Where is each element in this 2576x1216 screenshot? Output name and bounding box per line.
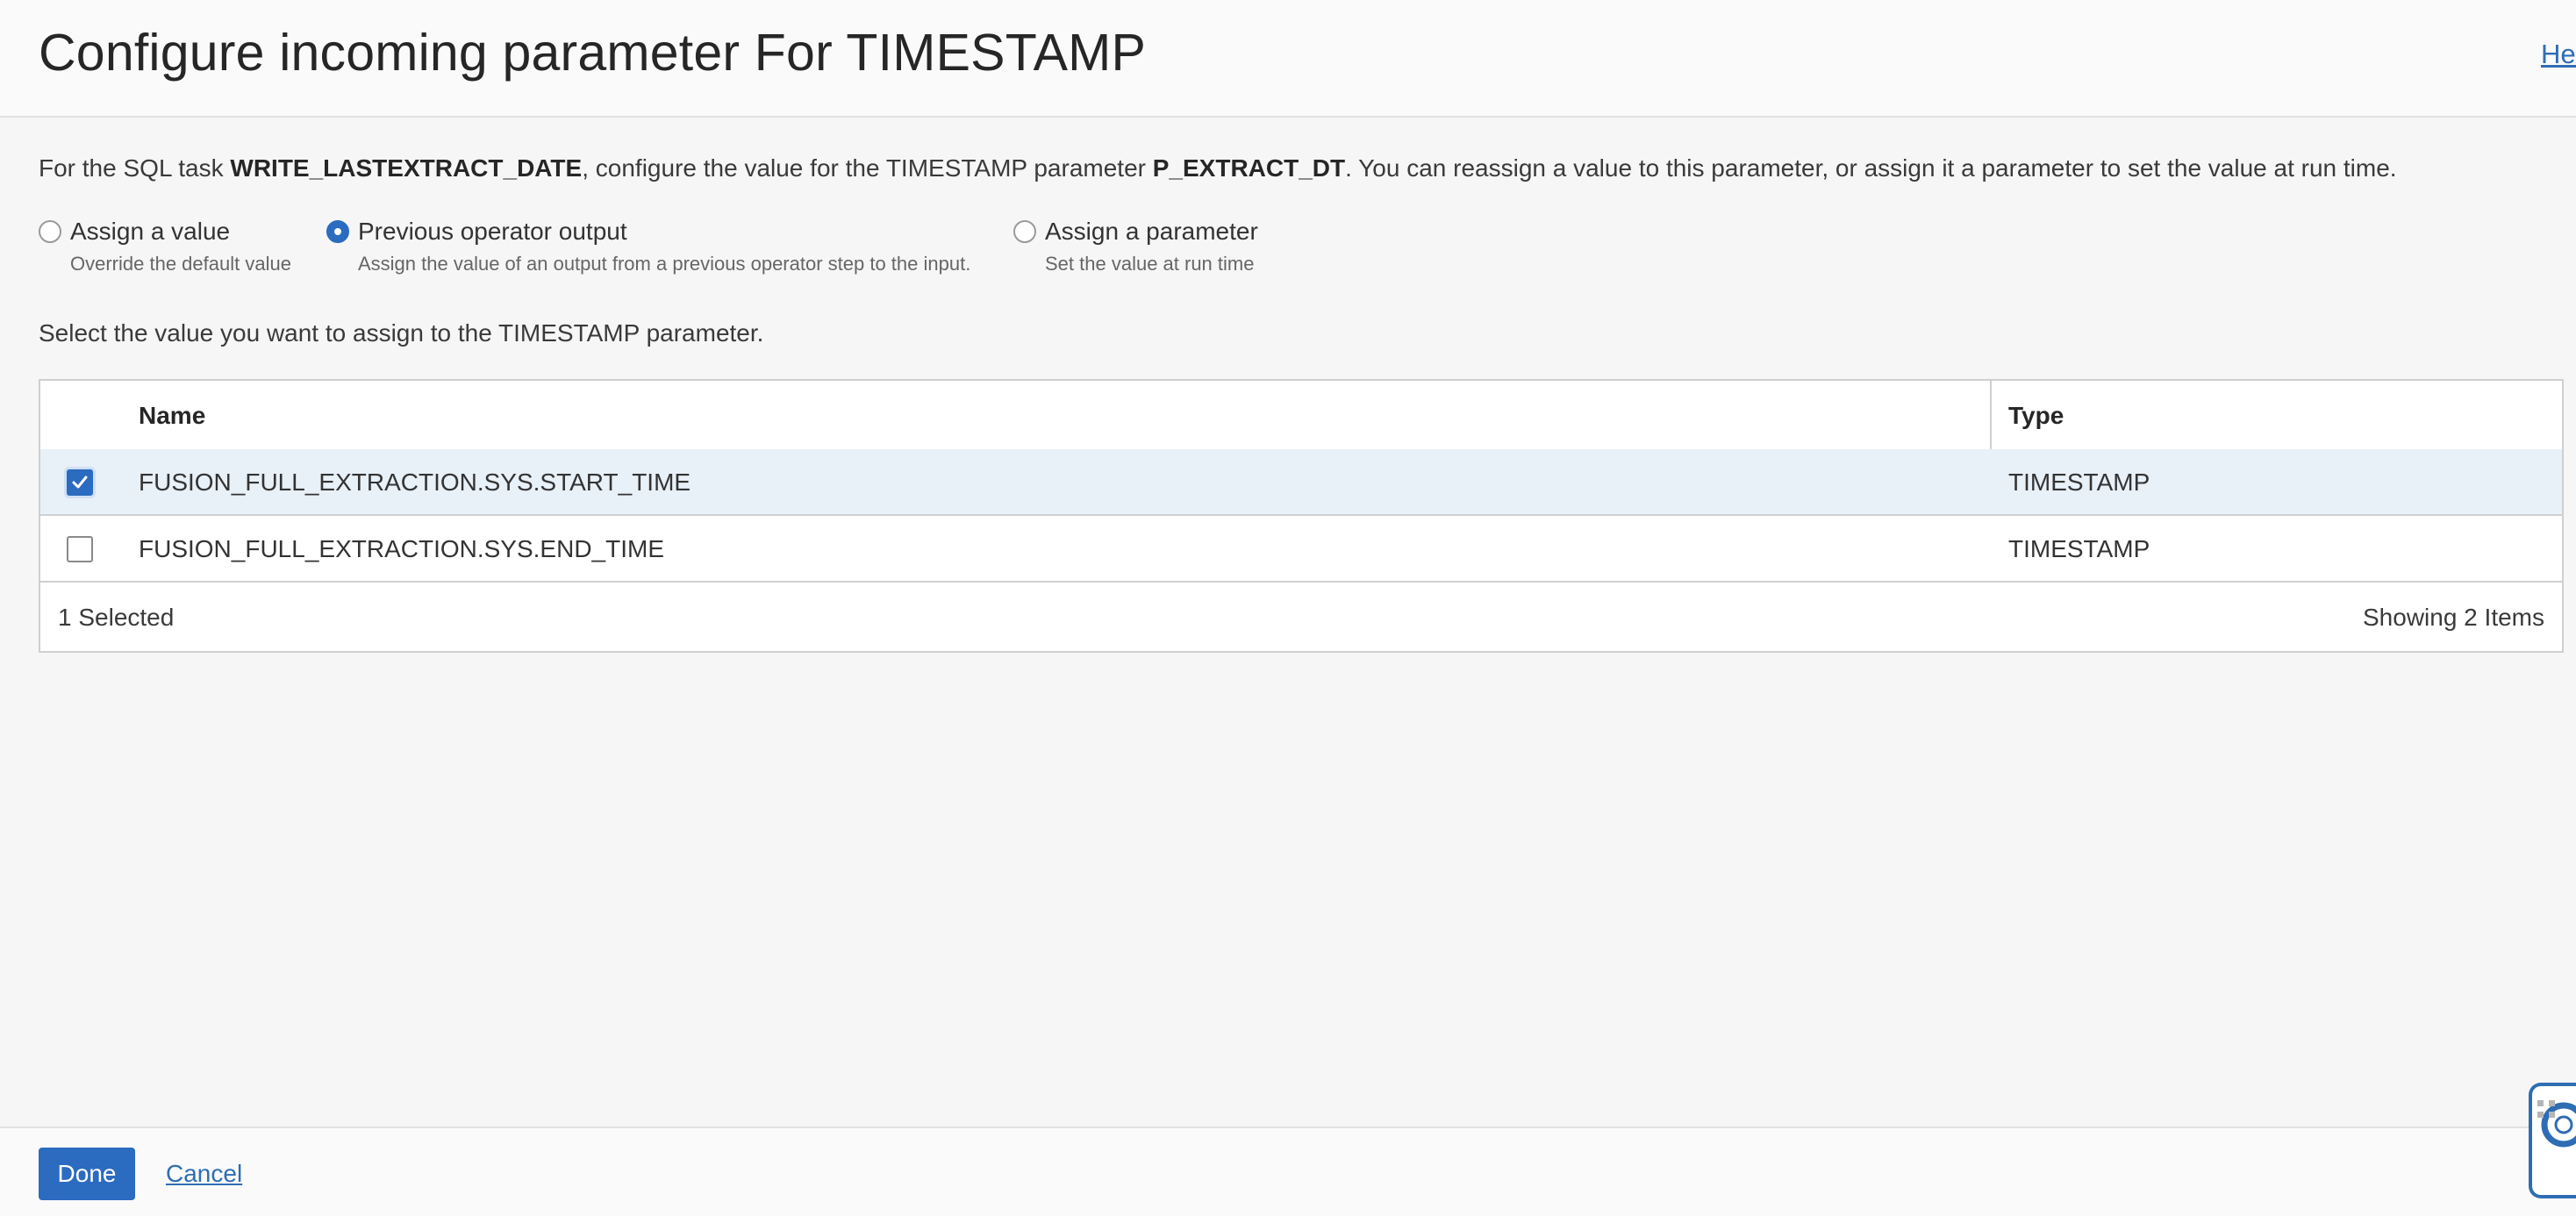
column-header-type[interactable]: Type [2008, 402, 2064, 430]
radio-button[interactable] [39, 220, 61, 243]
radio-description: Set the value at run time [1045, 253, 1255, 275]
check-icon [72, 476, 88, 489]
output-table: Name Type FUSION_FULL_EXTRACTION.SYS.STA… [39, 379, 2564, 653]
radio-button[interactable] [1013, 220, 1036, 243]
table-row[interactable]: FUSION_FULL_EXTRACTION.SYS.END_TIME TIME… [40, 516, 2562, 583]
intro-middle: , configure the value for the TIMESTAMP … [582, 154, 1153, 182]
radio-label: Previous operator output [358, 218, 627, 245]
task-name: WRITE_LASTEXTRACT_DATE [230, 154, 583, 182]
column-header-name[interactable]: Name [139, 402, 205, 430]
row-type: TIMESTAMP [2008, 535, 2150, 562]
cancel-button[interactable]: Cancel [166, 1160, 242, 1188]
done-button[interactable]: Done [39, 1148, 135, 1200]
item-count: Showing 2 Items [2363, 604, 2544, 631]
row-type: TIMESTAMP [2008, 469, 2150, 496]
row-checkbox[interactable] [67, 536, 93, 562]
row-name: FUSION_FULL_EXTRACTION.SYS.START_TIME [139, 469, 691, 496]
intro-text: For the SQL task WRITE_LASTEXTRACT_DATE,… [39, 154, 2397, 182]
intro-suffix: . You can reassign a value to this param… [1345, 154, 2397, 182]
dialog-header: Configure incoming parameter For TIMESTA… [0, 0, 2576, 118]
dialog-footer: Done Cancel [0, 1127, 2576, 1216]
instruction-text: Select the value you want to assign to t… [39, 319, 764, 347]
radio-button-selected[interactable] [326, 220, 349, 243]
page-title: Configure incoming parameter For TIMESTA… [39, 24, 1147, 82]
help-widget[interactable] [2529, 1083, 2576, 1198]
intro-prefix: For the SQL task [39, 154, 231, 182]
assignment-radio-group: Assign a value Override the default valu… [39, 218, 1442, 288]
table-header: Name Type [40, 381, 2562, 451]
row-name: FUSION_FULL_EXTRACTION.SYS.END_TIME [139, 535, 665, 562]
column-divider[interactable] [1990, 381, 1992, 449]
grip-icon [2537, 1100, 2555, 1118]
selected-count: 1 Selected [58, 604, 175, 631]
radio-description: Override the default value [70, 253, 291, 275]
radio-label: Assign a parameter [1045, 218, 1258, 245]
table-footer: 1 Selected Showing 2 Items [40, 584, 2562, 651]
param-name: P_EXTRACT_DT [1152, 154, 1346, 182]
table-row[interactable]: FUSION_FULL_EXTRACTION.SYS.START_TIME TI… [40, 449, 2562, 516]
radio-description: Assign the value of an output from a pre… [358, 253, 971, 275]
help-link[interactable]: Help [2541, 39, 2576, 70]
row-checkbox[interactable] [67, 469, 93, 496]
radio-label: Assign a value [70, 218, 231, 245]
